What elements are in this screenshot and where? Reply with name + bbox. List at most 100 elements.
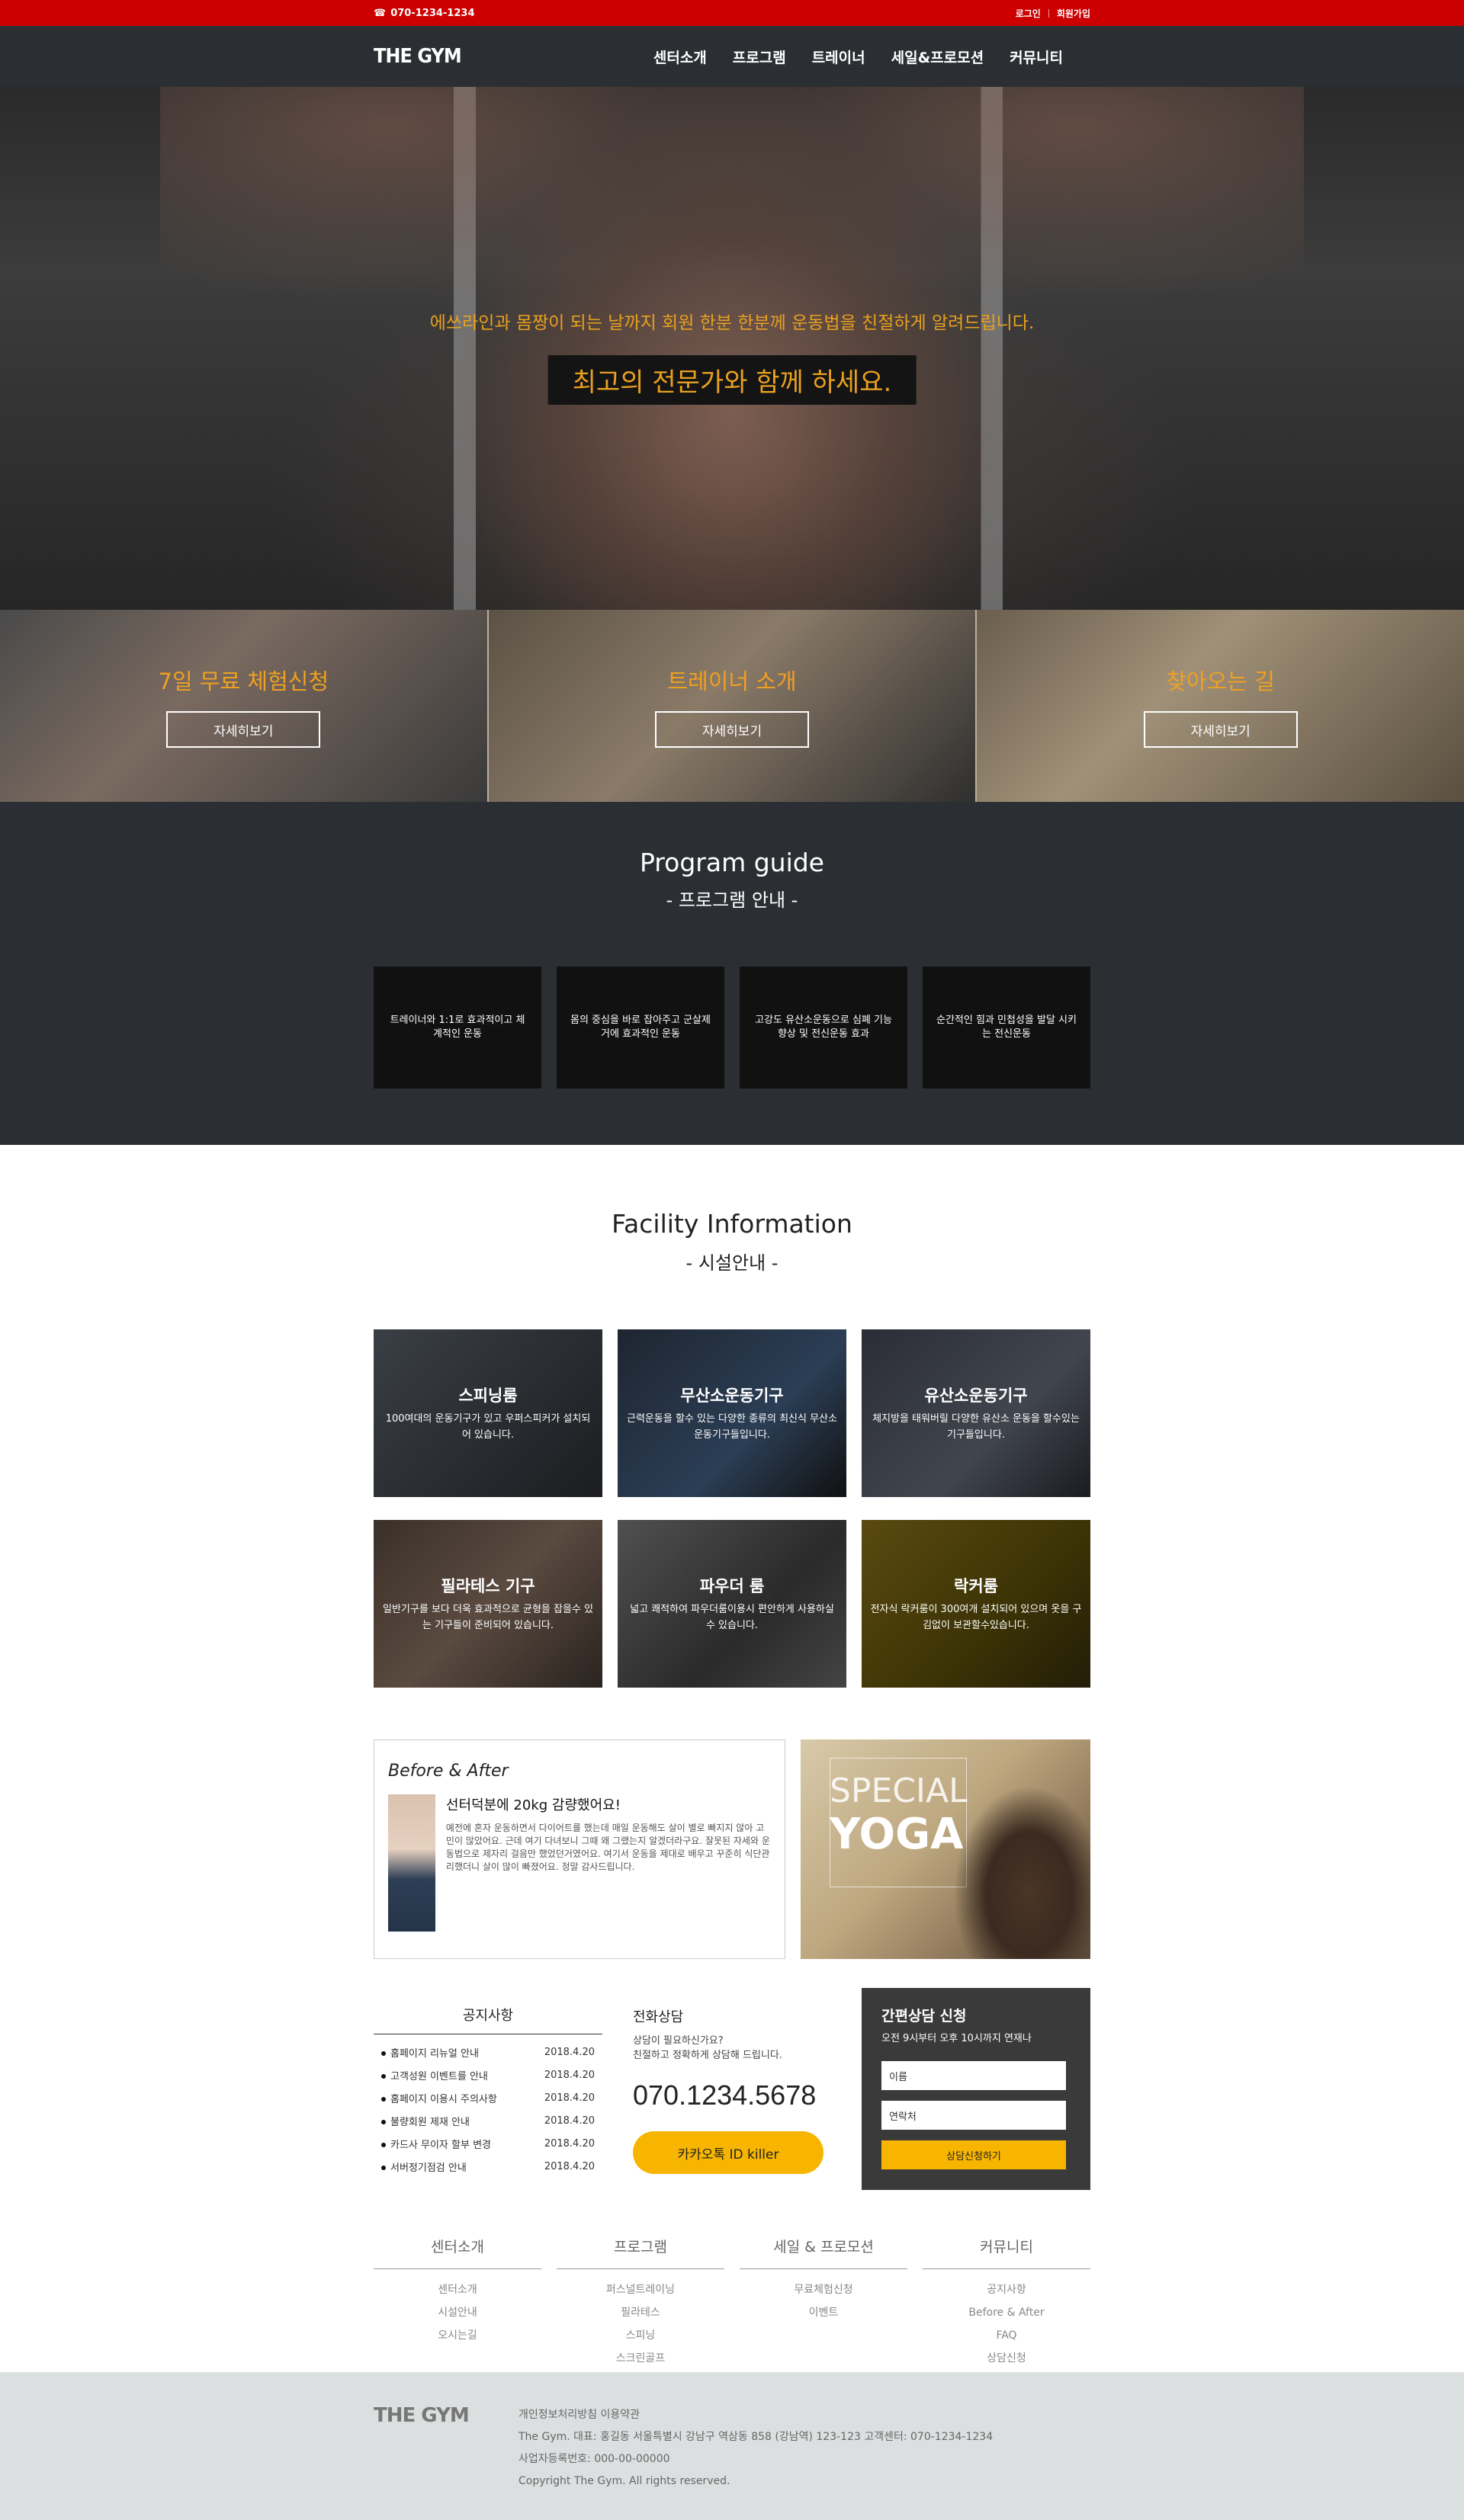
quick-consult-title: 간편상담 신청 xyxy=(881,2008,967,2025)
feature-title: 찾아오는 길 xyxy=(1166,668,1275,694)
hero-title: 최고의 전문가와 함께 하세요. xyxy=(547,355,917,405)
feature-trainer: 트레이너 소개 자세히보기 xyxy=(488,610,978,802)
kakao-button[interactable]: 카카오톡 ID killer xyxy=(633,2131,824,2174)
sitemap-link[interactable]: 필라테스 xyxy=(557,2301,724,2324)
facility-item-desc: 100여대의 운동기구가 있고 우퍼스피커가 설치되어 있습니다. xyxy=(385,1413,591,1441)
feature-detail-button[interactable]: 자세히보기 xyxy=(1143,711,1298,748)
phone-consult-title: 전화상담 xyxy=(633,2009,684,2025)
sitemap-link[interactable]: 스피닝 xyxy=(557,2324,724,2347)
notice-item[interactable]: 홈페이지 리뉴얼 안내 2018.4.20 xyxy=(374,2041,602,2063)
footer-policy-links[interactable]: 개인정보처리방침 이용약관 xyxy=(518,2404,993,2426)
sitemap-link[interactable]: 스크린골프 xyxy=(557,2347,724,2370)
sitemap: 센터소개 센터소개 시설안내 오시는길 프로그램 퍼스널트레이닝 필라테스 스피… xyxy=(374,2236,1090,2370)
logo[interactable]: THE GYM xyxy=(374,45,462,68)
facility-item-locker-room[interactable]: 락커룸 전자식 락커룸이 300여개 설치되어 있으며 옷을 구김없이 보관할수… xyxy=(862,1520,1090,1688)
sitemap-link[interactable]: 무료체험신청 xyxy=(740,2278,907,2301)
notice-item-date: 2018.4.20 xyxy=(544,2046,595,2058)
facility-item-spinning[interactable]: 스피닝룸 100여대의 운동기구가 있고 우퍼스피커가 설치되어 있습니다. xyxy=(374,1329,602,1497)
sitemap-link[interactable]: 시설안내 xyxy=(374,2301,541,2324)
notice-item-text: 불량회원 제재 안내 xyxy=(390,2116,470,2128)
before-after-title: 선터덕분에 20kg 감량했어요! xyxy=(445,1797,621,1813)
top-bar: ☎ 070-1234-1234 로그인 회원가입 xyxy=(0,0,1464,26)
contact-field[interactable]: 연락처 xyxy=(881,2101,1066,2130)
notice-item[interactable]: 고객성원 이벤트를 안내 2018.4.20 xyxy=(374,2063,602,2086)
facility-subtitle: - 시설안내 - xyxy=(685,1252,779,1274)
nav-item-trainer[interactable]: 트레이너 xyxy=(812,46,865,67)
facility-item-powder-room[interactable]: 파우더 룸 넓고 쾌적하여 파우더룸이용시 편안하게 사용하실 수 있습니다. xyxy=(618,1520,846,1688)
facility-section: Facility Information - 시설안내 - 스피닝룸 100여대… xyxy=(0,1145,1464,1688)
feature-directions: 찾아오는 길 자세히보기 xyxy=(977,610,1464,802)
yoga-banner[interactable]: SPECIAL YOGA xyxy=(801,1739,1090,1959)
program-item[interactable]: 순간적인 힘과 민첩성을 발달 시키는 전신운동 xyxy=(923,967,1090,1088)
program-item[interactable]: 고강도 유산소운동으로 심폐 기능 향상 및 전신운동 효과 xyxy=(740,967,907,1088)
nav-item-sale[interactable]: 세일&프로모션 xyxy=(891,46,984,67)
bullet-icon xyxy=(381,2097,386,2102)
bullet-icon xyxy=(381,2166,386,2170)
sitemap-link[interactable]: 오시는길 xyxy=(374,2324,541,2347)
before-after-heading: Before & After xyxy=(388,1762,509,1781)
sitemap-heading[interactable]: 센터소개 xyxy=(374,2236,541,2269)
quick-consult-desc: 오전 9시부터 오후 10시까지 연재나 xyxy=(881,2033,1032,2044)
notice-item[interactable]: 불량회원 제재 안내 2018.4.20 xyxy=(374,2109,602,2132)
name-field[interactable]: 이름 xyxy=(881,2061,1066,2090)
facility-item-desc: 넓고 쾌적하여 파우더룸이용시 편안하게 사용하실 수 있습니다. xyxy=(630,1604,834,1631)
program-item[interactable]: 몸의 중심을 바로 잡아주고 군살제거에 효과적인 운동 xyxy=(557,967,724,1088)
program-title: Program guide xyxy=(639,848,824,877)
notice-item-date: 2018.4.20 xyxy=(544,2160,595,2172)
sitemap-heading[interactable]: 세일 & 프로모션 xyxy=(740,2236,907,2269)
program-item[interactable]: 트레이너와 1:1로 효과적이고 체계적인 운동 xyxy=(374,967,541,1088)
sitemap-link[interactable]: 센터소개 xyxy=(374,2278,541,2301)
signup-link[interactable]: 회원가입 xyxy=(1057,7,1090,20)
sitemap-link[interactable]: 공지사항 xyxy=(923,2278,1090,2301)
footer-logo[interactable]: THE GYM xyxy=(374,2404,518,2493)
before-after-box[interactable]: Before & After 선터덕분에 20kg 감량했어요! 예전에 혼자 … xyxy=(374,1739,785,1959)
sitemap-heading[interactable]: 커뮤니티 xyxy=(923,2236,1090,2269)
notice-board: 공지사항 홈페이지 리뉴얼 안내 2018.4.20 고객성원 이벤트를 안내 20… xyxy=(374,1988,602,2190)
login-link[interactable]: 로그인 xyxy=(1016,7,1041,20)
consult-submit-button[interactable]: 상담신청하기 xyxy=(881,2140,1066,2169)
notice-item-text: 홈페이지 리뉴얼 안내 xyxy=(390,2047,479,2060)
feature-detail-button[interactable]: 자세히보기 xyxy=(655,711,809,748)
yoga-special-text: SPECIAL xyxy=(830,1771,968,1810)
sitemap-link[interactable]: FAQ xyxy=(923,2324,1090,2347)
sitemap-link[interactable]: Before & After xyxy=(923,2301,1090,2324)
notice-item[interactable]: 카드사 무이자 할부 변경 2018.4.20 xyxy=(374,2132,602,2155)
nav-menu: 센터소개 프로그램 트레이너 세일&프로모션 커뮤니티 xyxy=(653,46,1063,67)
notice-item[interactable]: 홈페이지 이용시 주의사항 2018.4.20 xyxy=(374,2086,602,2109)
hero-subtitle: 에쓰라인과 몸짱이 되는 날까지 회원 한분 한분께 운동법을 친절하게 알려드… xyxy=(429,313,1035,333)
facility-item-title: 무산소운동기구 xyxy=(680,1387,784,1405)
feature-boxes: 7일 무료 체험신청 자세히보기 트레이너 소개 자세히보기 찾아오는 길 자세… xyxy=(0,610,1464,802)
yoga-text: YOGA xyxy=(830,1810,964,1859)
facility-item-pilates[interactable]: 필라테스 기구 일반기구를 보다 더욱 효과적으로 균형을 잡을수 있는 기구들… xyxy=(374,1520,602,1688)
footer-copyright: Copyright The Gym. All rights reserved. xyxy=(518,2475,730,2487)
bullet-icon xyxy=(381,2074,386,2079)
sitemap-link[interactable]: 퍼스널트레이닝 xyxy=(557,2278,724,2301)
facility-item-desc: 전자식 락커룸이 300여개 설치되어 있으며 옷을 구김없이 보관할수있습니다… xyxy=(870,1604,1082,1631)
before-after-body: 예전에 혼자 운동하면서 다이어트를 했는데 매일 운동해도 살이 별로 빠지지… xyxy=(445,1823,770,1872)
main-nav: THE GYM 센터소개 프로그램 트레이너 세일&프로모션 커뮤니티 xyxy=(0,26,1464,87)
feature-title: 7일 무료 체험신청 xyxy=(158,668,329,694)
feature-detail-button[interactable]: 자세히보기 xyxy=(166,711,321,748)
notice-item-date: 2018.4.20 xyxy=(544,2137,595,2150)
nav-item-center[interactable]: 센터소개 xyxy=(653,46,707,67)
notice-title[interactable]: 공지사항 xyxy=(374,1988,602,2034)
sitemap-link[interactable]: 상담신청 xyxy=(923,2347,1090,2370)
notice-item-date: 2018.4.20 xyxy=(544,2092,595,2104)
facility-item-title: 필라테스 기구 xyxy=(441,1577,535,1595)
bullet-icon xyxy=(381,2143,386,2147)
facility-item-aerobic[interactable]: 유산소운동기구 체지방을 태워버릴 다양한 유산소 운동을 할수있는 기구들입니… xyxy=(862,1329,1090,1497)
phone-icon: ☎ xyxy=(374,7,387,19)
notice-item-text: 서버정기점검 안내 xyxy=(390,2162,467,2174)
sitemap-link[interactable]: 이벤트 xyxy=(740,2301,907,2324)
nav-item-community[interactable]: 커뮤니티 xyxy=(1010,46,1063,67)
sitemap-heading[interactable]: 프로그램 xyxy=(557,2236,724,2269)
divider xyxy=(1048,8,1049,18)
nav-item-program[interactable]: 프로그램 xyxy=(733,46,786,67)
top-phone: ☎ 070-1234-1234 xyxy=(374,8,475,19)
notice-item[interactable]: 서버정기점검 안내 2018.4.20 xyxy=(374,2155,602,2178)
facility-item-title: 유산소운동기구 xyxy=(924,1387,1028,1405)
notice-item-text: 카드사 무이자 할부 변경 xyxy=(390,2139,491,2151)
facility-item-desc: 일반기구를 보다 더욱 효과적으로 균형을 잡을수 있는 기구들이 준비되어 있… xyxy=(383,1604,593,1631)
facility-item-title: 락커룸 xyxy=(954,1577,998,1595)
facility-item-anaerobic[interactable]: 무산소운동기구 근력운동을 할수 있는 다양한 종류의 최신식 무산소 운동기구… xyxy=(618,1329,846,1497)
